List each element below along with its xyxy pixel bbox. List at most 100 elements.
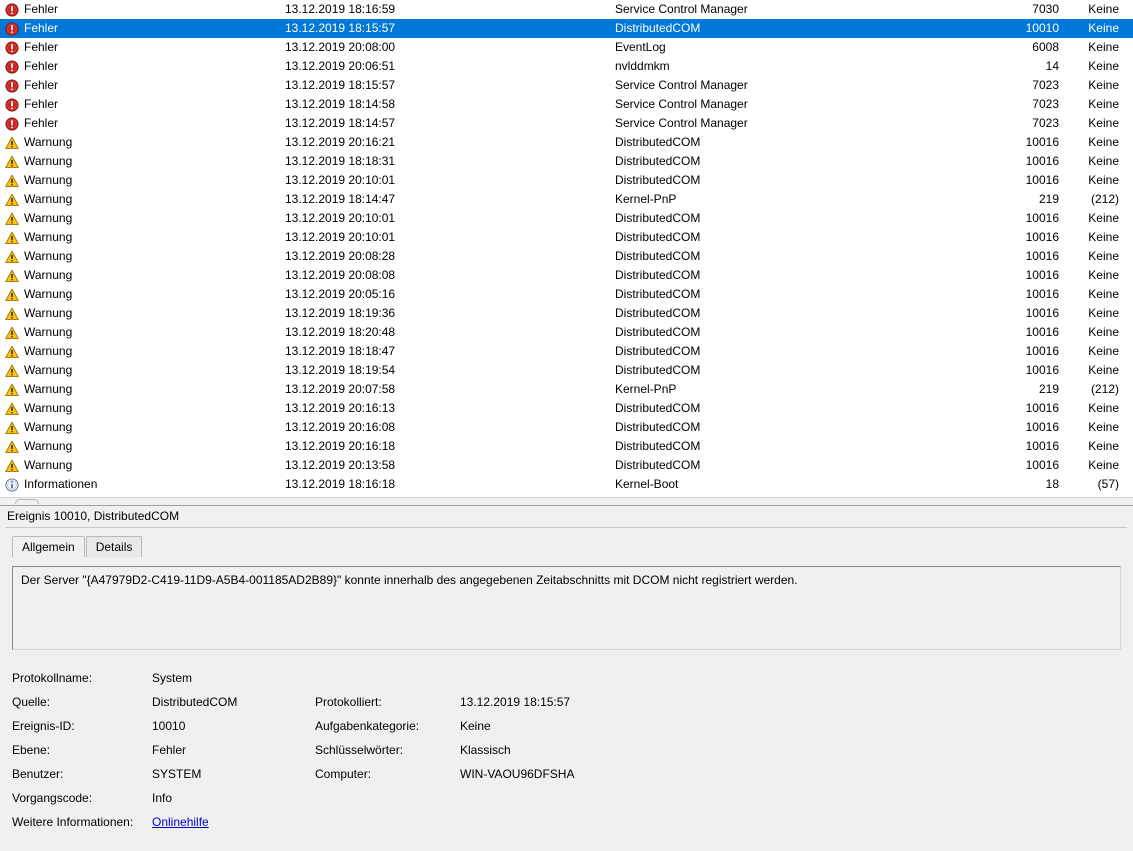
event-level-cell: Warnung (0, 418, 285, 437)
event-id-cell: 7023 (1032, 78, 1059, 92)
event-row[interactable]: Warnung 13.12.2019 18:14:47 Kernel-PnP 219 (… (0, 190, 1133, 209)
event-row[interactable]: Fehler 13.12.2019 18:15:57 Service Control… (0, 76, 1133, 95)
property-value: 10010 (152, 719, 186, 733)
event-date-cell: 13.12.2019 18:14:58 (285, 97, 396, 111)
event-row[interactable]: Warnung 13.12.2019 20:16:13 DistributedCOM… (0, 399, 1133, 418)
event-source-cell: DistributedCOM (615, 363, 701, 377)
event-row[interactable]: Fehler 13.12.2019 18:14:57 Service Control… (0, 114, 1133, 133)
event-row[interactable]: Warnung 13.12.2019 18:19:36 DistributedCOM… (0, 304, 1133, 323)
event-row[interactable]: Warnung 13.12.2019 20:08:28 DistributedCOM… (0, 247, 1133, 266)
detail-tabstrip[interactable]: Allgemein Details (0, 536, 1133, 557)
event-row[interactable]: Warnung 13.12.2019 20:13:58 DistributedCOM… (0, 456, 1133, 475)
event-list[interactable]: Fehler 13.12.2019 18:16:59 Service Control… (0, 0, 1133, 497)
event-level-cell: Warnung (0, 190, 285, 209)
event-row[interactable]: Informationen 13.12.2019 18:16:18 Kernel-B… (0, 475, 1133, 494)
warning-icon (5, 250, 19, 264)
event-id-cell: 10016 (1025, 325, 1059, 339)
event-date-cell: 13.12.2019 20:16:08 (285, 420, 396, 434)
event-row[interactable]: Warnung 13.12.2019 18:18:31 DistributedCOM… (0, 152, 1133, 171)
warning-icon (5, 174, 19, 188)
warning-icon (5, 212, 19, 226)
detail-title-divider (6, 527, 1127, 528)
property-value: Fehler (152, 743, 187, 757)
tab-allgemein[interactable]: Allgemein (12, 536, 85, 557)
property-value[interactable]: Onlinehilfe (152, 810, 315, 834)
event-level-label: Warnung (24, 268, 73, 282)
event-id-cell: 10016 (1025, 173, 1059, 187)
event-id-cell: 10016 (1025, 135, 1059, 149)
event-row[interactable]: Warnung 13.12.2019 20:10:01 DistributedCOM… (0, 209, 1133, 228)
event-row[interactable]: Warnung 13.12.2019 18:18:47 DistributedCOM… (0, 342, 1133, 361)
property-value: WIN-VAOU96DFSHA (460, 767, 575, 781)
property-label: Protokollname: (12, 671, 93, 685)
event-level-label: Warnung (24, 344, 73, 358)
error-icon (5, 2, 19, 17)
event-description-box[interactable]: Der Server "{A47979D2-C419-11D9-A5B4-001… (12, 566, 1121, 650)
event-row[interactable]: Fehler 13.12.2019 20:06:51 nvlddmkm 14 Keine (0, 57, 1133, 76)
event-category-cell: Keine (1088, 287, 1119, 301)
event-category-cell: Keine (1088, 458, 1119, 472)
event-category-cell: Keine (1088, 344, 1119, 358)
event-id-cell: 10016 (1025, 268, 1059, 282)
event-category-cell: Keine (1088, 97, 1119, 111)
event-category-cell: Keine (1088, 230, 1119, 244)
event-date-cell: 13.12.2019 20:08:08 (285, 268, 396, 282)
event-level-cell: Fehler (0, 38, 285, 57)
event-source-cell: DistributedCOM (615, 306, 701, 320)
event-date-cell: 13.12.2019 20:08:00 (285, 40, 396, 54)
event-id-cell: 10016 (1025, 439, 1059, 453)
event-category-cell: Keine (1088, 40, 1119, 54)
event-id-cell: 10016 (1025, 154, 1059, 168)
event-source-cell: DistributedCOM (615, 21, 701, 35)
event-id-cell: 6008 (1032, 40, 1059, 54)
event-date-cell: 13.12.2019 20:10:01 (285, 173, 396, 187)
event-source-cell: DistributedCOM (615, 401, 701, 415)
event-level-label: Warnung (24, 249, 73, 263)
event-id-cell: 7023 (1032, 116, 1059, 130)
event-row[interactable]: Warnung 13.12.2019 20:16:08 DistributedCOM… (0, 418, 1133, 437)
tab-details[interactable]: Details (85, 536, 143, 557)
event-row[interactable]: Warnung 13.12.2019 20:08:08 DistributedCOM… (0, 266, 1133, 285)
property-value: Klassisch (460, 743, 511, 757)
event-category-cell: Keine (1088, 135, 1119, 149)
event-row[interactable]: Warnung 13.12.2019 18:20:48 DistributedCOM… (0, 323, 1133, 342)
event-row[interactable]: Fehler 13.12.2019 20:08:00 EventLog 6008 Kei… (0, 38, 1133, 57)
event-level-label: Warnung (24, 135, 73, 149)
event-row[interactable]: Fehler 13.12.2019 18:15:57 DistributedCOM 1… (0, 19, 1133, 38)
event-viewer-window: Fehler 13.12.2019 18:16:59 Service Control… (0, 0, 1133, 851)
event-level-cell: Warnung (0, 247, 285, 266)
event-row[interactable]: Warnung 13.12.2019 20:16:21 DistributedCOM… (0, 133, 1133, 152)
property-label (315, 666, 460, 690)
property-label: Ebene: (12, 743, 51, 757)
event-row[interactable]: Fehler 13.12.2019 18:14:58 Service Control… (0, 95, 1133, 114)
event-row[interactable]: Fehler 13.12.2019 18:16:59 Service Control… (0, 0, 1133, 19)
event-level-label: Warnung (24, 439, 73, 453)
event-source-cell: DistributedCOM (615, 420, 701, 434)
event-category-cell: Keine (1088, 363, 1119, 377)
event-row[interactable]: Warnung 13.12.2019 18:19:54 DistributedCOM… (0, 361, 1133, 380)
event-level-cell: Warnung (0, 399, 285, 418)
event-category-cell: Keine (1088, 173, 1119, 187)
error-icon (5, 59, 19, 74)
pane-splitter[interactable] (0, 497, 1133, 506)
warning-icon (5, 269, 19, 283)
event-row[interactable]: Warnung 13.12.2019 20:05:16 DistributedCOM… (0, 285, 1133, 304)
event-date-cell: 13.12.2019 20:06:51 (285, 59, 396, 73)
event-date-cell: 13.12.2019 20:16:13 (285, 401, 396, 415)
event-category-cell: Keine (1088, 154, 1119, 168)
event-level-label: Warnung (24, 420, 73, 434)
detail-pane-title: Ereignis 10010, DistributedCOM (0, 506, 1133, 527)
event-row[interactable]: Warnung 13.12.2019 20:10:01 DistributedCOM… (0, 228, 1133, 247)
event-category-cell: Keine (1088, 420, 1119, 434)
event-category-cell: Keine (1088, 211, 1119, 225)
event-row[interactable]: Warnung 13.12.2019 20:10:01 DistributedCOM… (0, 171, 1133, 190)
event-category-cell: Keine (1088, 59, 1119, 73)
event-row[interactable]: Warnung 13.12.2019 20:16:18 DistributedCOM… (0, 437, 1133, 456)
event-row[interactable]: Warnung 13.12.2019 20:07:58 Kernel-PnP 219 (… (0, 380, 1133, 399)
error-icon (5, 21, 19, 36)
property-label (315, 810, 460, 834)
event-level-cell: Fehler (0, 19, 285, 38)
online-help-link[interactable]: Onlinehilfe (152, 815, 209, 829)
event-date-cell: 13.12.2019 20:07:58 (285, 382, 396, 396)
event-id-cell: 10010 (1025, 21, 1059, 35)
